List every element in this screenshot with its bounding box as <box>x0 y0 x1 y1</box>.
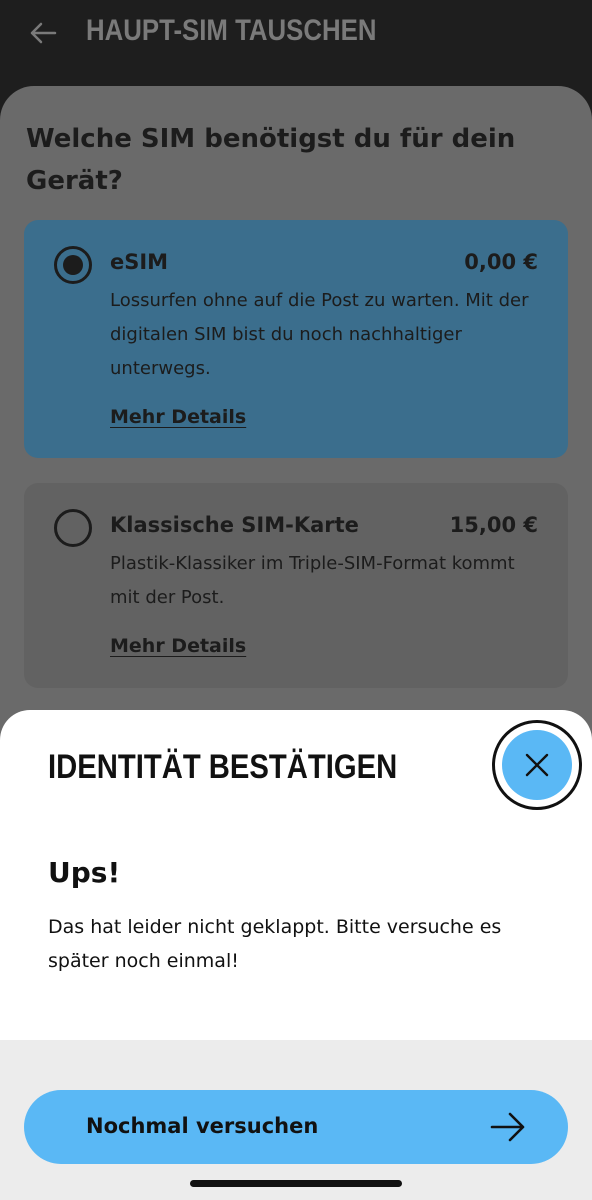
sheet-title: IDENTITÄT BESTÄTIGEN <box>48 748 398 786</box>
retry-button-label: Nochmal versuchen <box>86 1114 319 1138</box>
sheet-footer: Nochmal versuchen <box>0 1040 592 1200</box>
error-message: Das hat leider nicht geklappt. Bitte ver… <box>48 916 502 972</box>
error-heading: Ups! <box>48 856 121 889</box>
arrow-right-icon <box>490 1112 525 1142</box>
home-indicator <box>190 1180 402 1187</box>
sim-question: Welche SIM benötigst du für dein Gerät? <box>26 124 516 196</box>
more-details-link-esim[interactable]: Mehr Details <box>110 406 246 428</box>
retry-button[interactable]: Nochmal versuchen <box>24 1090 568 1164</box>
option-price: 0,00 € <box>464 250 538 274</box>
close-button-circle[interactable] <box>502 730 572 800</box>
arrow-left-icon[interactable] <box>28 18 58 48</box>
option-classic-sim[interactable]: Klassische SIM-Karte 15,00 € Plastik-Kla… <box>24 483 568 688</box>
close-icon <box>525 753 549 777</box>
app-header: HAUPT-SIM TAUSCHEN <box>0 0 592 90</box>
option-esim[interactable]: eSIM 0,00 € Lossurfen ohne auf die Post … <box>24 220 568 458</box>
option-name: eSIM <box>110 250 169 274</box>
option-price: 15,00 € <box>449 513 538 537</box>
page-title: HAUPT-SIM TAUSCHEN <box>86 14 377 47</box>
identity-bottom-sheet: IDENTITÄT BESTÄTIGEN Ups! Das hat leider… <box>0 710 592 1200</box>
radio-esim[interactable] <box>54 246 92 284</box>
option-description: Plastik-Klassiker im Triple-SIM-Format k… <box>110 553 515 608</box>
option-description: Lossurfen ohne auf die Post zu warten. M… <box>110 290 529 379</box>
radio-selected-dot <box>63 255 83 275</box>
option-name: Klassische SIM-Karte <box>110 513 359 537</box>
close-button[interactable] <box>492 720 582 810</box>
more-details-link-classic[interactable]: Mehr Details <box>110 635 246 657</box>
radio-classic-sim[interactable] <box>54 509 92 547</box>
